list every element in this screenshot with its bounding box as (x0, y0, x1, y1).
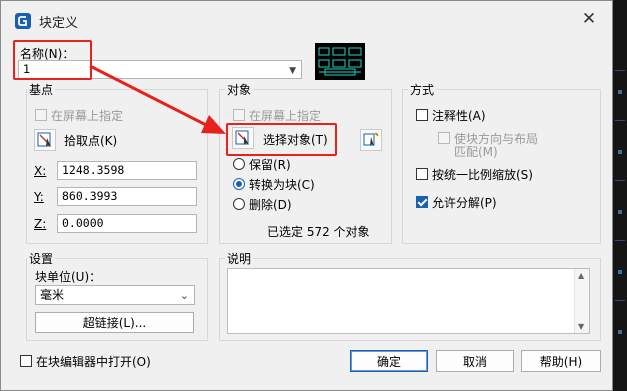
match-orientation-checkbox[interactable] (438, 132, 450, 144)
open-in-editor-checkbox[interactable] (20, 355, 32, 367)
block-unit-label: 块单位(U)： (35, 270, 102, 284)
scroll-up-icon[interactable]: ▲ (578, 271, 584, 280)
settings-group-title: 设置 (27, 250, 56, 267)
allow-explode-checkbox[interactable] (416, 196, 428, 208)
basepoint-onscreen-checkbox[interactable] (35, 109, 47, 121)
canvas-line (615, 120, 625, 121)
canvas-dot (618, 330, 622, 334)
pick-point-icon (37, 132, 51, 147)
y-label: Y: (34, 190, 44, 204)
scroll-down-icon[interactable]: ▼ (578, 322, 584, 331)
x-input[interactable]: 1248.3598 (57, 161, 197, 180)
app-logo-icon (15, 13, 31, 29)
block-unit-select[interactable]: 毫米 ⌄ (35, 285, 195, 305)
z-input[interactable]: 0.0000 (57, 214, 197, 233)
chevron-down-icon: ▼ (289, 66, 296, 76)
selected-count-text: 已选定 572 个对象 (267, 225, 370, 239)
close-button[interactable]: ✕ (576, 7, 602, 31)
open-in-editor-label: 在块编辑器中打开(O) (36, 355, 151, 369)
scale-uniformly-checkbox[interactable] (416, 168, 428, 180)
description-textarea[interactable]: ▲ ▼ (227, 268, 590, 334)
chevron-down-icon: ⌄ (179, 289, 189, 302)
canvas-dot (618, 150, 622, 154)
z-label: Z: (34, 217, 47, 231)
canvas-line (615, 180, 625, 181)
help-button[interactable]: 帮助(H) (521, 350, 601, 372)
annotative-checkbox[interactable] (416, 109, 428, 121)
scale-uniformly-label: 按统一比例缩放(S) (432, 168, 533, 182)
y-input[interactable]: 860.3993 (57, 187, 197, 206)
retain-radio[interactable] (233, 158, 245, 170)
pick-point-button[interactable] (34, 129, 56, 151)
convert-to-block-label: 转换为块(C) (249, 178, 315, 192)
canvas-line (615, 300, 625, 301)
cancel-button[interactable]: 取消 (436, 350, 514, 372)
basepoint-group-title: 基点 (27, 81, 56, 98)
canvas-dot (618, 270, 622, 274)
quick-select-icon (363, 132, 379, 146)
canvas-line (615, 70, 625, 71)
canvas-dot (618, 90, 622, 94)
description-group-title: 说明 (225, 250, 254, 267)
retain-label: 保留(R) (249, 158, 291, 172)
match-orientation-label-2: 匹配(M) (454, 145, 498, 159)
canvas-dot (618, 210, 622, 214)
basepoint-onscreen-label: 在屏幕上指定 (51, 109, 124, 123)
block-preview (315, 43, 365, 80)
description-scrollbar[interactable]: ▲ ▼ (574, 269, 589, 333)
hyperlink-label: 超链接(L)... (82, 316, 147, 330)
highlight-box-select (226, 123, 337, 156)
dialog-title: 块定义 (39, 16, 79, 31)
close-icon: ✕ (581, 9, 597, 29)
behavior-group-title: 方式 (408, 81, 437, 98)
cancel-label: 取消 (462, 354, 487, 369)
block-unit-value: 毫米 (40, 288, 65, 302)
x-label: X: (34, 164, 47, 178)
objects-group-title: 对象 (225, 81, 254, 98)
highlight-box-name (13, 40, 92, 80)
title-bar: 块定义 ✕ (1, 1, 612, 37)
objects-onscreen-checkbox[interactable] (233, 109, 245, 121)
help-label: 帮助(H) (539, 354, 583, 369)
background-canvas (613, 0, 627, 391)
objects-onscreen-label: 在屏幕上指定 (249, 109, 322, 123)
annotative-label: 注释性(A) (432, 109, 486, 123)
canvas-line (615, 240, 625, 241)
allow-explode-label: 允许分解(P) (432, 196, 497, 210)
hyperlink-button[interactable]: 超链接(L)... (35, 312, 194, 333)
pick-point-label: 拾取点(K) (64, 134, 118, 148)
delete-radio[interactable] (233, 198, 245, 210)
quick-select-button[interactable] (360, 129, 382, 151)
ok-button[interactable]: 确定 (350, 350, 428, 372)
convert-to-block-radio[interactable] (233, 178, 245, 190)
delete-label: 删除(D) (249, 198, 292, 212)
block-definition-dialog: 块定义 ✕ 名称(N)： 1 ▼ 基点 在屏幕上指定 拾取点(K) X: 124… (0, 0, 613, 391)
ok-label: 确定 (376, 354, 401, 369)
